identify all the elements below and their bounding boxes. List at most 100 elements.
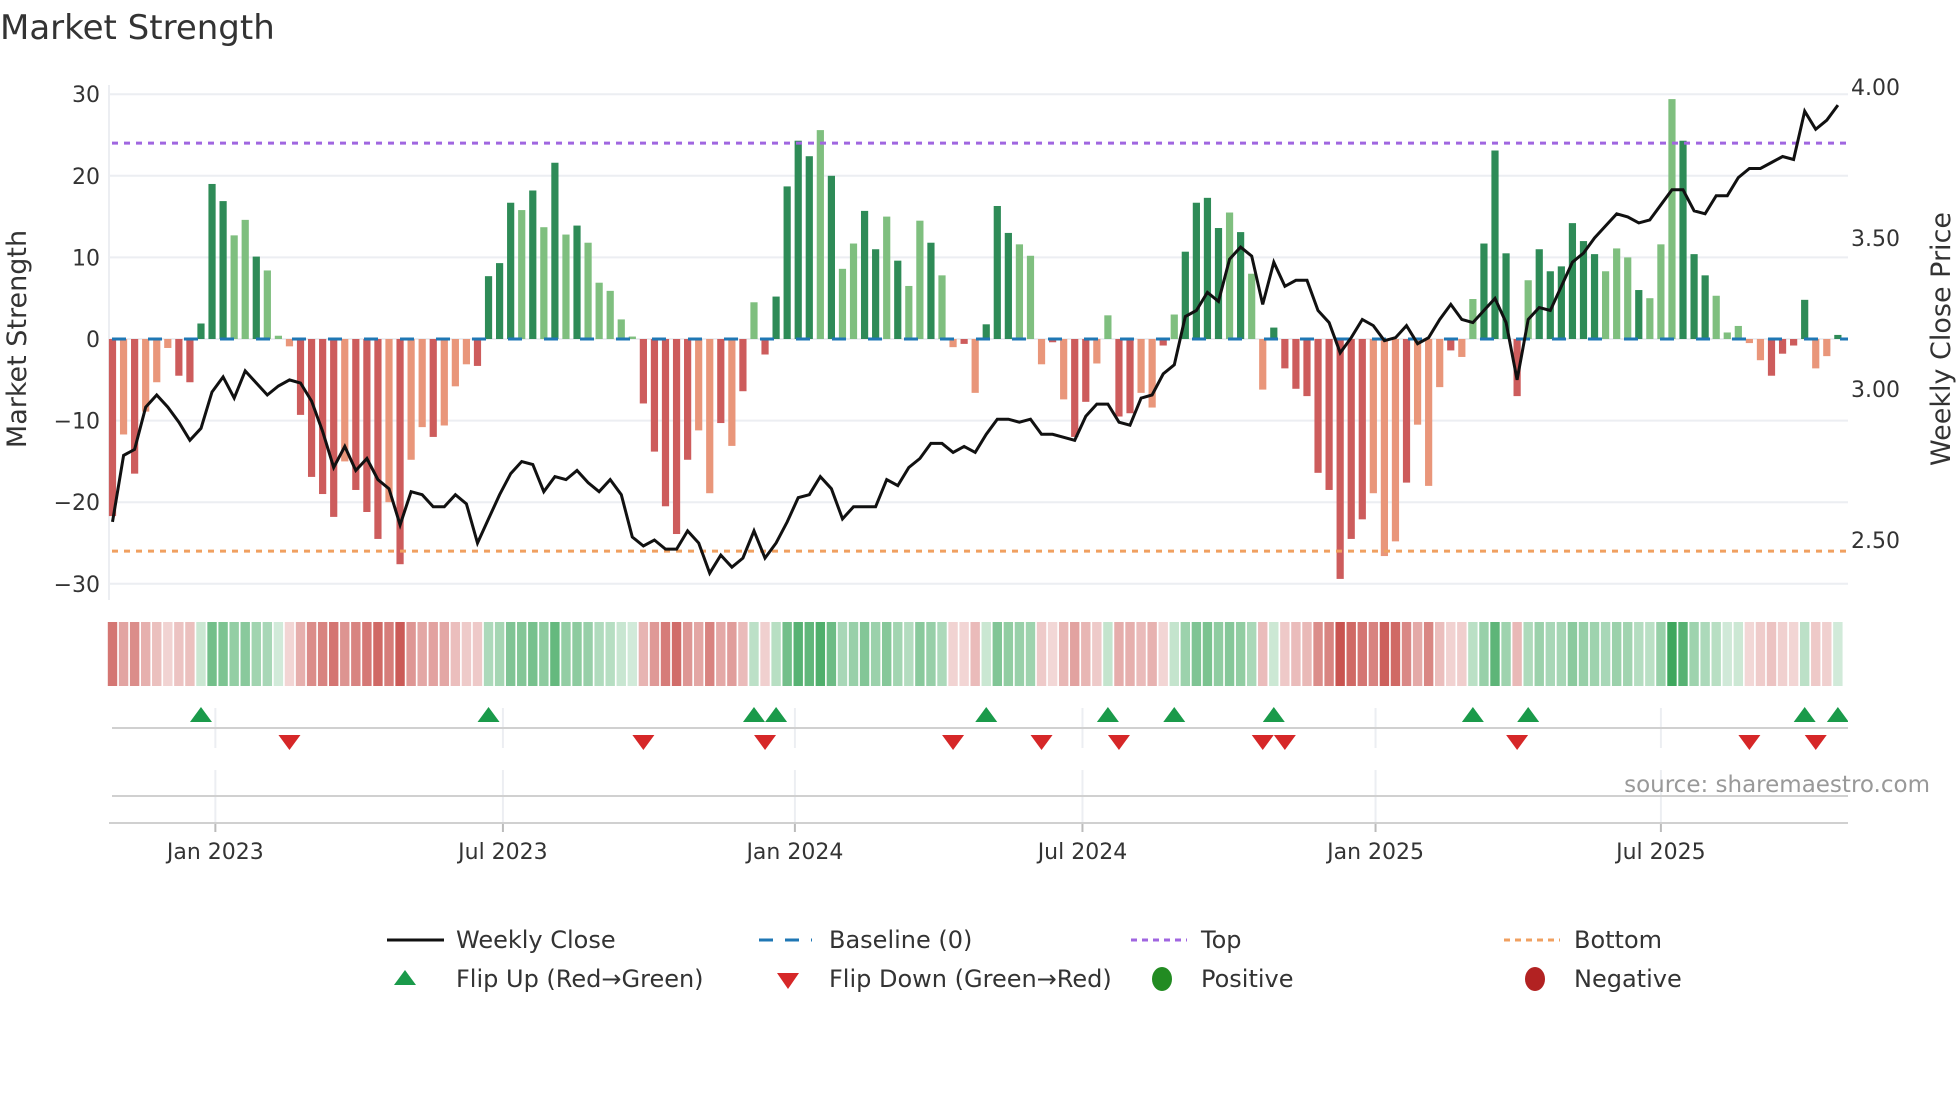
strip-cell	[671, 622, 682, 686]
strength-bar	[684, 339, 692, 460]
flip-up-marker	[1793, 707, 1816, 722]
strength-bar	[1336, 339, 1344, 579]
reference-lines	[112, 141, 1848, 553]
strip-cell	[1799, 622, 1810, 686]
strength-bar	[496, 263, 504, 339]
strip-cell	[295, 622, 306, 686]
strip-cell	[1379, 622, 1390, 686]
flip-down-marker	[632, 735, 655, 750]
strength-bar	[1281, 339, 1289, 369]
strength-bar	[661, 339, 670, 507]
strip-cell	[1169, 622, 1179, 686]
strength-bar	[1646, 298, 1654, 339]
strength-bar	[993, 205, 1001, 339]
y2-tick-label: 4.00	[1851, 76, 1900, 101]
strip-cell	[915, 622, 925, 686]
strip-cell	[1833, 622, 1843, 686]
strength-bar	[1303, 339, 1311, 397]
strength-bar	[1624, 257, 1632, 339]
strip-cell	[1180, 622, 1191, 686]
strength-bar	[761, 339, 769, 355]
y-tick-label: −30	[54, 573, 100, 598]
strength-bar	[894, 260, 902, 339]
strength-bar	[418, 339, 426, 428]
strength-bar	[1701, 275, 1709, 339]
strength-bar	[473, 339, 482, 366]
strength-bar	[374, 339, 382, 539]
strength-bar	[827, 175, 835, 339]
strip-cell	[439, 622, 449, 686]
strip-cell	[517, 622, 527, 686]
strip-cell	[1202, 622, 1213, 686]
strength-bar	[1668, 99, 1676, 339]
y-tick-label: 10	[72, 246, 100, 271]
strip-cell	[329, 622, 339, 686]
strength-bar	[739, 339, 747, 392]
strength-bar	[573, 225, 581, 339]
strip-cell	[1755, 622, 1766, 686]
strength-bar	[617, 319, 625, 339]
strip-cell	[1280, 622, 1290, 686]
legend-flip-up: Flip Up (Red→Green)	[456, 965, 704, 993]
strength-bar	[1590, 254, 1599, 339]
strip-cell	[1446, 622, 1456, 686]
strip-cell	[1092, 622, 1102, 686]
strip-cell	[450, 622, 461, 686]
strip-cell	[1390, 622, 1401, 686]
strip-cell	[1357, 622, 1367, 686]
strip-cell	[505, 622, 516, 686]
y-axis-left: 30 20 10 0 −10 −20 −30	[54, 83, 100, 598]
strip-cell	[539, 622, 549, 686]
strip-cell	[1457, 622, 1467, 686]
strip-cell	[1578, 622, 1589, 686]
strength-heat-strip	[107, 622, 1843, 686]
strength-bar	[1026, 255, 1035, 339]
strip-cell	[1788, 622, 1799, 686]
strength-bar	[1568, 223, 1577, 339]
strength-bar	[916, 220, 924, 339]
strip-cell	[1191, 622, 1202, 686]
flip-up-marker	[1262, 707, 1285, 722]
flip-up-marker	[189, 707, 212, 722]
strength-bar	[860, 210, 869, 339]
strength-bar	[1480, 243, 1488, 339]
strength-bar	[927, 242, 935, 339]
strip-cell	[970, 622, 980, 686]
strip-cell	[738, 622, 748, 686]
strength-bar	[1679, 140, 1687, 339]
strength-bar	[883, 216, 891, 339]
strength-bar	[750, 302, 758, 339]
y-tick-label: 0	[86, 328, 100, 353]
y2-tick-label: 3.50	[1851, 227, 1900, 252]
strength-bar	[1037, 339, 1046, 365]
strength-bar	[241, 219, 249, 339]
strip-cell	[1213, 622, 1224, 686]
strength-bar	[1203, 197, 1212, 339]
strip-cell	[1025, 622, 1036, 686]
strip-cell	[1545, 622, 1555, 686]
flip-down-marker	[1030, 735, 1053, 750]
strength-bar	[108, 339, 117, 517]
legend-circle-positive-icon	[1152, 967, 1172, 991]
strip-cell	[594, 622, 604, 686]
strength-bar	[296, 339, 305, 415]
strength-bar	[1060, 339, 1068, 400]
x-axis: Jan 2023 Jul 2023 Jan 2024 Jul 2024 Jan 2025…	[109, 708, 1848, 865]
strip-cell	[660, 622, 671, 686]
strength-bar	[186, 339, 194, 383]
strength-bar	[960, 339, 968, 344]
strip-cell	[1003, 622, 1014, 686]
strength-bar	[407, 339, 415, 460]
strength-bar	[219, 201, 227, 339]
strip-cell	[561, 622, 571, 686]
strip-cell	[218, 622, 228, 686]
strip-cell	[1722, 622, 1732, 686]
strength-bar	[1369, 339, 1377, 494]
strength-bar	[838, 268, 847, 339]
strip-cell	[1556, 622, 1567, 686]
strength-bar	[1778, 339, 1787, 354]
y-tick-label: 20	[72, 165, 100, 190]
strength-bar	[330, 339, 338, 517]
flip-down-marker	[1251, 735, 1274, 750]
y-tick-label: −10	[54, 410, 100, 435]
